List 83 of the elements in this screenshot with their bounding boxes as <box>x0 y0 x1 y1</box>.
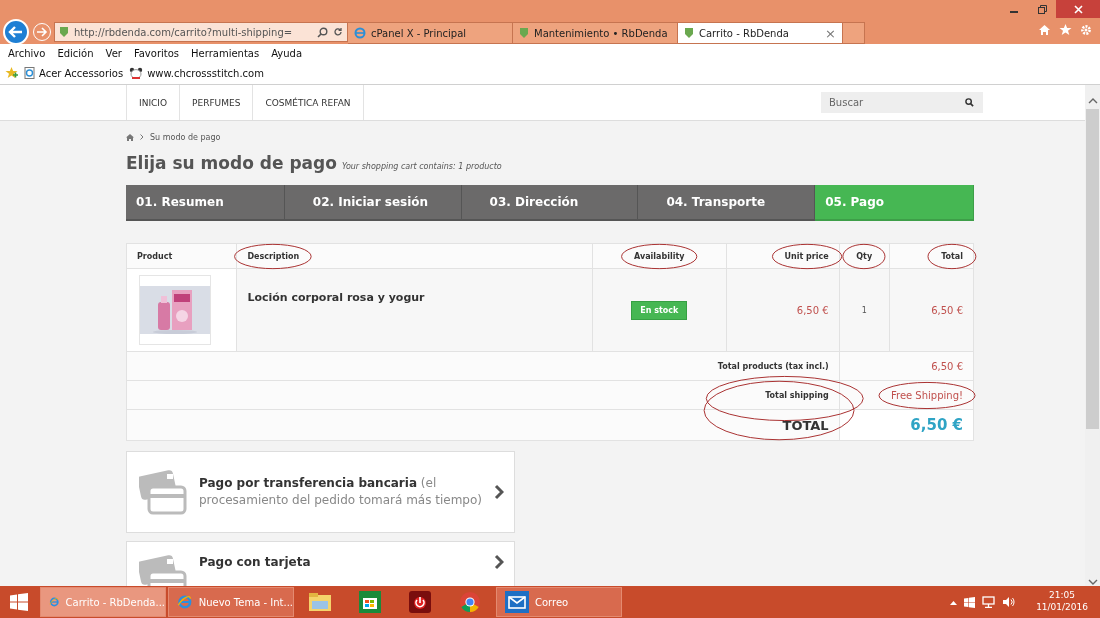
menu-item[interactable]: Herramientas <box>185 47 266 59</box>
availability-badge: En stock <box>631 300 688 320</box>
checkout-step[interactable]: 03. Dirección <box>461 185 639 221</box>
checkout-step[interactable]: 04. Transporte <box>638 185 816 221</box>
scrollbar[interactable] <box>1085 85 1100 586</box>
payment-option[interactable]: Pago con tarjeta <box>126 541 515 586</box>
leaf-icon <box>684 27 694 39</box>
leaf-icon <box>519 27 529 39</box>
summary-value: 6,50 € <box>931 360 963 372</box>
column-header: Product <box>126 243 237 269</box>
summary-label: Total shipping <box>765 390 829 400</box>
power-icon <box>409 591 431 613</box>
unit-price: 6,50 € <box>726 268 840 352</box>
summary-label: TOTAL <box>782 417 829 433</box>
checkout-step[interactable]: 02. Iniciar sesión <box>284 185 462 221</box>
home-icon[interactable] <box>1038 24 1051 36</box>
mail-icon <box>505 591 529 613</box>
browser-e-icon <box>354 27 366 39</box>
clock-time[interactable]: 21:05 <box>1049 590 1076 602</box>
favorite-link[interactable]: www.chcrossstitch.com <box>129 67 264 79</box>
search-field[interactable]: Buscar <box>821 92 983 113</box>
page-icon <box>24 67 35 79</box>
quantity: 1 <box>839 268 890 352</box>
chrome-ball-icon <box>459 591 481 613</box>
home-icon[interactable] <box>126 133 134 141</box>
refresh-icon[interactable] <box>333 27 343 37</box>
clock-date[interactable]: 11/01/2016 <box>1036 602 1088 614</box>
cards-icon <box>139 469 187 515</box>
menu-item[interactable]: Archivo <box>2 47 52 59</box>
payment-option-text: Pago por transferencia bancaria (el procesamiento del pedido tomará más tiempo) <box>199 475 483 509</box>
scroll-up-icon[interactable] <box>1087 97 1098 105</box>
summary-value: Free Shipping! <box>890 389 963 401</box>
close-icon <box>1073 4 1083 14</box>
payment-option-text: Pago con tarjeta <box>199 554 312 571</box>
column-header: Qty <box>839 243 890 269</box>
nav-link[interactable]: PERFUMES <box>179 85 253 120</box>
favorite-link[interactable]: Acer Accessorios <box>24 67 124 79</box>
windows-logo-icon[interactable] <box>10 593 28 611</box>
page-heading: Elija su modo de pago <box>126 153 337 173</box>
leaf-icon <box>59 26 69 38</box>
favorites-star-icon[interactable] <box>5 67 18 79</box>
column-header: Description <box>236 243 593 269</box>
caret-icon[interactable] <box>950 599 958 605</box>
store-bag-icon <box>359 591 381 613</box>
folder-icon <box>308 591 332 613</box>
menu-item[interactable]: Edición <box>51 47 100 59</box>
chevron-icon <box>494 554 504 570</box>
column-header: Availability <box>592 243 727 269</box>
cart-count-text: Your shopping cart contains: 1 producto <box>341 162 502 171</box>
address-bar[interactable]: http://rbdenda.com/carrito?multi-shipping= <box>54 22 348 42</box>
close-tab-button[interactable]: × <box>825 25 836 41</box>
restore-icon <box>1037 4 1047 14</box>
column-header: Total <box>889 243 974 269</box>
forward-arrow-icon <box>36 26 48 38</box>
payment-option[interactable]: Pago por transferencia bancaria (el procesamiento del pedido tomará más tiempo) <box>126 451 515 533</box>
browser-tab[interactable]: cPanel X - Principal <box>348 22 513 44</box>
chevron-icon <box>140 134 144 140</box>
scroll-down-icon[interactable] <box>1087 578 1098 586</box>
speaker-icon[interactable] <box>1002 596 1016 608</box>
settings-icon[interactable] <box>1080 24 1092 36</box>
browser-tab[interactable]: Mantenimiento • RbDenda <box>513 22 678 44</box>
menu-item[interactable]: Ver <box>99 47 128 59</box>
nav-link[interactable]: INICIO <box>126 85 180 120</box>
network-icon[interactable] <box>982 596 996 608</box>
chevron-icon <box>494 484 504 500</box>
windows-logo-icon[interactable] <box>964 596 976 608</box>
menu-item[interactable]: Ayuda <box>265 47 309 59</box>
close-button[interactable] <box>1056 0 1100 18</box>
summary-value: 6,50 € <box>910 416 963 434</box>
star-icon[interactable] <box>1059 24 1072 36</box>
panda-icon <box>129 67 144 79</box>
nav-link[interactable]: COSMÉTICA REFAN <box>252 85 364 120</box>
search-icon[interactable] <box>317 26 328 38</box>
back-button[interactable] <box>3 19 29 45</box>
forward-button[interactable] <box>33 23 51 41</box>
browser-tab[interactable]: Carrito - RbDenda × <box>678 22 843 44</box>
summary-label: Total products (tax incl.) <box>717 361 829 371</box>
product-name[interactable]: Loción corporal rosa y yogur <box>236 268 593 352</box>
menu-item[interactable]: Favoritos <box>127 47 186 59</box>
line-total: 6,50 € <box>889 268 974 352</box>
column-header: Unit price <box>726 243 840 269</box>
checkout-step[interactable]: 01. Resumen <box>126 185 285 221</box>
back-arrow-icon <box>8 24 24 40</box>
